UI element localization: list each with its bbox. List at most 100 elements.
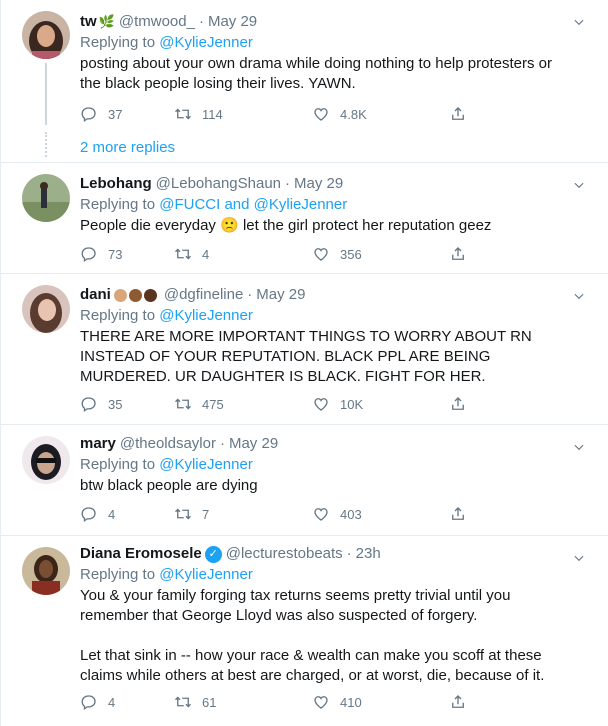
like-count: 10K bbox=[340, 396, 364, 412]
thread-line bbox=[45, 63, 47, 125]
share-button[interactable] bbox=[449, 394, 477, 414]
chevron-down-icon[interactable] bbox=[572, 440, 586, 454]
mention-link[interactable]: @KylieJenner bbox=[159, 307, 253, 324]
reply-count: 37 bbox=[108, 106, 123, 122]
share-button[interactable] bbox=[449, 104, 477, 124]
timestamp[interactable]: May 29 bbox=[208, 12, 257, 32]
tweet-actions: 4 61 410 bbox=[80, 692, 520, 712]
timestamp[interactable]: May 29 bbox=[229, 434, 278, 454]
reply-count: 4 bbox=[108, 506, 116, 522]
show-more-replies-link[interactable]: 2 more replies bbox=[80, 138, 175, 158]
reply-icon bbox=[80, 395, 98, 413]
user-handle[interactable]: @dgfineline bbox=[164, 285, 243, 305]
tweet[interactable]: Lebohang @LebohangShaun · May 29 Replyin… bbox=[1, 163, 608, 274]
reply-count: 73 bbox=[108, 246, 123, 262]
timestamp[interactable]: May 29 bbox=[256, 285, 305, 305]
reply-button[interactable]: 35 bbox=[80, 394, 174, 414]
chevron-down-icon[interactable] bbox=[572, 15, 586, 29]
like-count: 410 bbox=[340, 694, 362, 710]
user-handle[interactable]: @tmwood_ bbox=[119, 12, 195, 32]
replying-to: Replying to @KylieJenner bbox=[80, 33, 568, 53]
reply-icon bbox=[80, 245, 98, 263]
display-name[interactable]: Lebohang bbox=[80, 174, 152, 194]
reply-button[interactable]: 4 bbox=[80, 504, 174, 524]
tweet[interactable]: tw 🌿 @tmwood_ · May 29 Replying to @Kyli… bbox=[1, 0, 608, 163]
reply-button[interactable]: 4 bbox=[80, 692, 174, 712]
avatar[interactable] bbox=[22, 285, 70, 333]
retweet-count: 61 bbox=[202, 694, 217, 710]
share-icon bbox=[449, 395, 467, 413]
like-button[interactable]: 403 bbox=[312, 504, 449, 524]
user-handle[interactable]: @lecturestobeats bbox=[226, 544, 343, 564]
separator: · bbox=[247, 286, 253, 303]
chevron-down-icon[interactable] bbox=[572, 289, 586, 303]
replying-to: Replying to @KylieJenner bbox=[80, 455, 568, 475]
tweet[interactable]: mary @theoldsaylor · May 29 Replying to … bbox=[1, 425, 608, 536]
retweet-button[interactable]: 7 bbox=[174, 504, 312, 524]
retweet-icon bbox=[174, 693, 192, 711]
timestamp[interactable]: 23h bbox=[356, 544, 381, 564]
tweet[interactable]: Diana Eromosele ✓ @lecturestobeats · 23h… bbox=[1, 536, 608, 726]
retweet-count: 4 bbox=[202, 246, 210, 262]
share-button[interactable] bbox=[449, 244, 477, 264]
thread-dots bbox=[45, 132, 47, 157]
user-handle[interactable]: @theoldsaylor bbox=[120, 434, 216, 454]
share-icon bbox=[449, 505, 467, 523]
display-name[interactable]: dani bbox=[80, 285, 111, 305]
retweet-button[interactable]: 475 bbox=[174, 394, 312, 414]
mention-link[interactable]: @FUCCI and @KylieJenner bbox=[159, 196, 347, 213]
mention-link[interactable]: @KylieJenner bbox=[159, 34, 253, 51]
raised-fist-emoji-icon bbox=[143, 288, 157, 302]
heart-icon bbox=[312, 105, 330, 123]
mention-link[interactable]: @KylieJenner bbox=[159, 566, 253, 583]
heart-icon bbox=[312, 245, 330, 263]
display-name[interactable]: tw bbox=[80, 12, 97, 32]
replying-to-label: Replying to bbox=[80, 307, 160, 324]
replying-to: Replying to @FUCCI and @KylieJenner bbox=[80, 195, 568, 215]
like-button[interactable]: 4.8K bbox=[312, 104, 449, 124]
reply-count: 4 bbox=[108, 694, 116, 710]
chevron-down-icon[interactable] bbox=[572, 551, 586, 565]
share-button[interactable] bbox=[449, 692, 477, 712]
avatar[interactable] bbox=[22, 174, 70, 222]
tweet-text-part: let the girl protect her reputation geez bbox=[238, 217, 492, 234]
like-button[interactable]: 356 bbox=[312, 244, 449, 264]
reply-button[interactable]: 73 bbox=[80, 244, 174, 264]
like-count: 4.8K bbox=[340, 106, 367, 122]
separator: · bbox=[219, 435, 225, 452]
tweet[interactable]: dani @dgfineline · May 29 Replying to @K… bbox=[1, 274, 608, 425]
chevron-down-icon[interactable] bbox=[572, 178, 586, 192]
like-button[interactable]: 10K bbox=[312, 394, 449, 414]
like-count: 403 bbox=[340, 506, 362, 522]
retweet-button[interactable]: 114 bbox=[174, 104, 312, 124]
separator: · bbox=[198, 13, 204, 30]
retweet-button[interactable]: 4 bbox=[174, 244, 312, 264]
avatar[interactable] bbox=[22, 11, 70, 59]
reply-icon bbox=[80, 105, 98, 123]
display-name[interactable]: Diana Eromosele bbox=[80, 544, 202, 564]
tweet-actions: 4 7 403 bbox=[80, 504, 520, 524]
retweet-icon bbox=[174, 505, 192, 523]
reply-button[interactable]: 37 bbox=[80, 104, 174, 124]
avatar[interactable] bbox=[22, 547, 70, 595]
avatar[interactable] bbox=[22, 436, 70, 484]
tweet-text: People die everyday 🙁 let the girl prote… bbox=[80, 216, 568, 236]
retweet-count: 114 bbox=[202, 106, 223, 122]
tweet-actions: 73 4 356 bbox=[80, 244, 520, 264]
mention-link[interactable]: @KylieJenner bbox=[159, 456, 253, 473]
share-icon bbox=[449, 245, 467, 263]
share-icon bbox=[449, 105, 467, 123]
user-handle[interactable]: @LebohangShaun bbox=[156, 174, 281, 194]
display-name[interactable]: mary bbox=[80, 434, 116, 454]
replying-to-label: Replying to bbox=[80, 196, 160, 213]
retweet-button[interactable]: 61 bbox=[174, 692, 312, 712]
like-button[interactable]: 410 bbox=[312, 692, 449, 712]
replying-to-label: Replying to bbox=[80, 456, 160, 473]
verified-badge-icon: ✓ bbox=[204, 545, 222, 563]
timestamp[interactable]: May 29 bbox=[294, 174, 343, 194]
tweet-text: btw black people are dying bbox=[80, 477, 258, 494]
tweet-actions: 35 475 10K bbox=[80, 394, 520, 414]
share-button[interactable] bbox=[449, 504, 477, 524]
separator: · bbox=[285, 175, 291, 192]
reply-feed: tw 🌿 @tmwood_ · May 29 Replying to @Kyli… bbox=[0, 0, 608, 726]
